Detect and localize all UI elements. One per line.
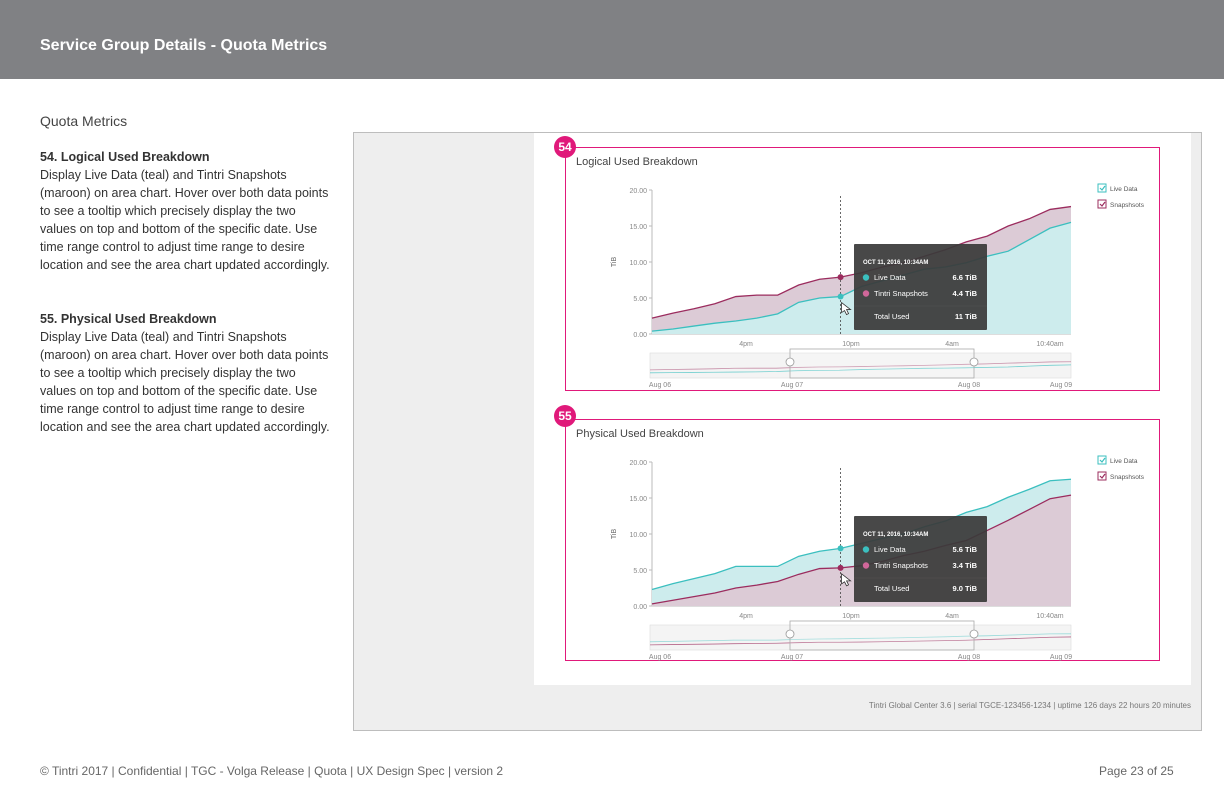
y-tick-label: 10.00 [629,260,647,267]
x-tick-label: 10pm [842,341,860,348]
tooltip-series-label: Tintri Snapshots [874,561,928,570]
legend-item[interactable]: Snapshsots [1097,199,1145,209]
page-header: Service Group Details - Quota Metrics [0,0,1224,79]
chart-logical-used-breakdown: Logical Used Breakdown 20.00 15.00 10.00 5.… [565,147,1160,391]
tooltip-series-value: 4.4 TiB [953,289,978,298]
description-title: 55. Physical Used Breakdown [40,312,217,326]
y-tick-label: 20.00 [629,460,647,467]
area-chart[interactable]: 20.00 15.00 10.00 5.00 0.00 TiB 4pm 10pm 4am 10:4… [566,148,1161,392]
mockup-content: Logical Used Breakdown 20.00 15.00 10.00 5.… [534,133,1191,685]
description-title: 54. Logical Used Breakdown [40,150,210,164]
mockup-status-footer: Tintri Global Center 3.6 | serial TGCE-1… [868,701,1191,710]
tooltip: OCT 11, 2016, 10:34AM Live Data 6.6 TiB Tin… [854,244,987,330]
navigator-tick-label: Aug 07 [781,654,803,661]
navigator-tick-label: Aug 09 [1050,382,1072,389]
legend-label: Live Data [1110,186,1138,193]
navigator-handle [969,357,979,367]
y-tick-label: 20.00 [629,188,647,195]
x-tick-label: 10pm [842,613,860,620]
y-tick-label: 10.00 [629,532,647,539]
time-range-navigator[interactable] [649,620,1072,651]
navigator-handle [785,357,795,367]
description-logical: 54. Logical Used Breakdown Display Live … [40,148,330,274]
y-tick-label: 0.00 [633,332,647,339]
tooltip-series-label: Tintri Snapshots [874,289,928,298]
y-tick-label: 15.00 [629,496,647,503]
navigator-tick-label: Aug 06 [649,654,671,661]
page-title: Service Group Details - Quota Metrics [40,37,328,54]
tooltip-total-value: 11 TiB [955,312,978,321]
tooltip-total-value: 9.0 TiB [953,584,978,593]
tooltip-date: OCT 11, 2016, 10:34AM [863,260,928,266]
annotation-badge: 55 [554,405,576,427]
x-tick-label: 4am [945,341,959,348]
annotation-badge: 54 [554,136,576,158]
navigator-tick-label: Aug 06 [649,382,671,389]
y-tick-label: 15.00 [629,224,647,231]
hover-point [837,274,844,281]
y-tick-label: 5.00 [633,568,647,575]
legend-item[interactable]: Live Data [1097,455,1138,465]
tooltip-series-value: 5.6 TiB [953,545,978,554]
y-axis-label: TiB [611,257,618,268]
navigator-handle [969,629,979,639]
navigator-selection [789,348,975,379]
tooltip-date: OCT 11, 2016, 10:34AM [863,532,928,538]
document-footer: © Tintri 2017 | Confidential | TGC - Vol… [40,764,504,778]
legend-label: Snapshsots [1110,202,1145,209]
ui-mockup-frame: Logical Used Breakdown 20.00 15.00 10.00 5.… [353,132,1202,731]
x-tick-label: 10:40am [1036,341,1063,348]
tooltip-total-label: Total Used [874,584,909,593]
y-tick-label: 0.00 [633,604,647,611]
tooltip-series-label: Live Data [874,545,907,554]
time-range-navigator[interactable] [649,348,1072,379]
page-number: Page 23 of 25 [1099,764,1174,778]
tooltip-total-label: Total Used [874,312,909,321]
tooltip-series-marker [862,290,870,297]
navigator-tick-label: Aug 07 [781,382,803,389]
tooltip-series-marker [862,274,870,281]
legend-item[interactable]: Snapshsots [1097,471,1145,481]
x-tick-label: 4pm [739,613,753,620]
hover-point [837,564,844,571]
legend-label: Snapshsots [1110,474,1145,481]
chart-physical-used-breakdown: Physical Used Breakdown 20.00 15.00 10.00 5… [565,419,1160,661]
y-tick-label: 5.00 [633,296,647,303]
legend-label: Live Data [1110,458,1138,465]
navigator-tick-label: Aug 08 [958,382,980,389]
y-axis-label: TiB [611,529,618,540]
description-physical: 55. Physical Used Breakdown Display Live… [40,310,330,436]
section-title: Quota Metrics [40,113,128,129]
tooltip-series-marker [862,562,870,569]
description-body: Display Live Data (teal) and Tintri Snap… [40,168,330,272]
description-body: Display Live Data (teal) and Tintri Snap… [40,330,330,434]
x-tick-label: 10:40am [1036,613,1063,620]
tooltip-series-value: 6.6 TiB [953,273,978,282]
navigator-tick-label: Aug 08 [958,654,980,661]
hover-point [837,293,844,300]
navigator-selection [789,620,975,651]
area-chart[interactable]: 20.00 15.00 10.00 5.00 0.00 TiB 4pm 10pm 4am 10:4… [566,420,1161,662]
x-tick-label: 4am [945,613,959,620]
tooltip-series-value: 3.4 TiB [953,561,978,570]
hover-point [837,545,844,552]
navigator-handle [785,629,795,639]
x-tick-label: 4pm [739,341,753,348]
legend-item[interactable]: Live Data [1097,183,1138,193]
tooltip-series-marker [862,546,870,553]
tooltip-series-label: Live Data [874,273,907,282]
tooltip: OCT 11, 2016, 10:34AM Live Data 5.6 TiB Tin… [854,516,987,602]
navigator-tick-label: Aug 09 [1050,654,1072,661]
